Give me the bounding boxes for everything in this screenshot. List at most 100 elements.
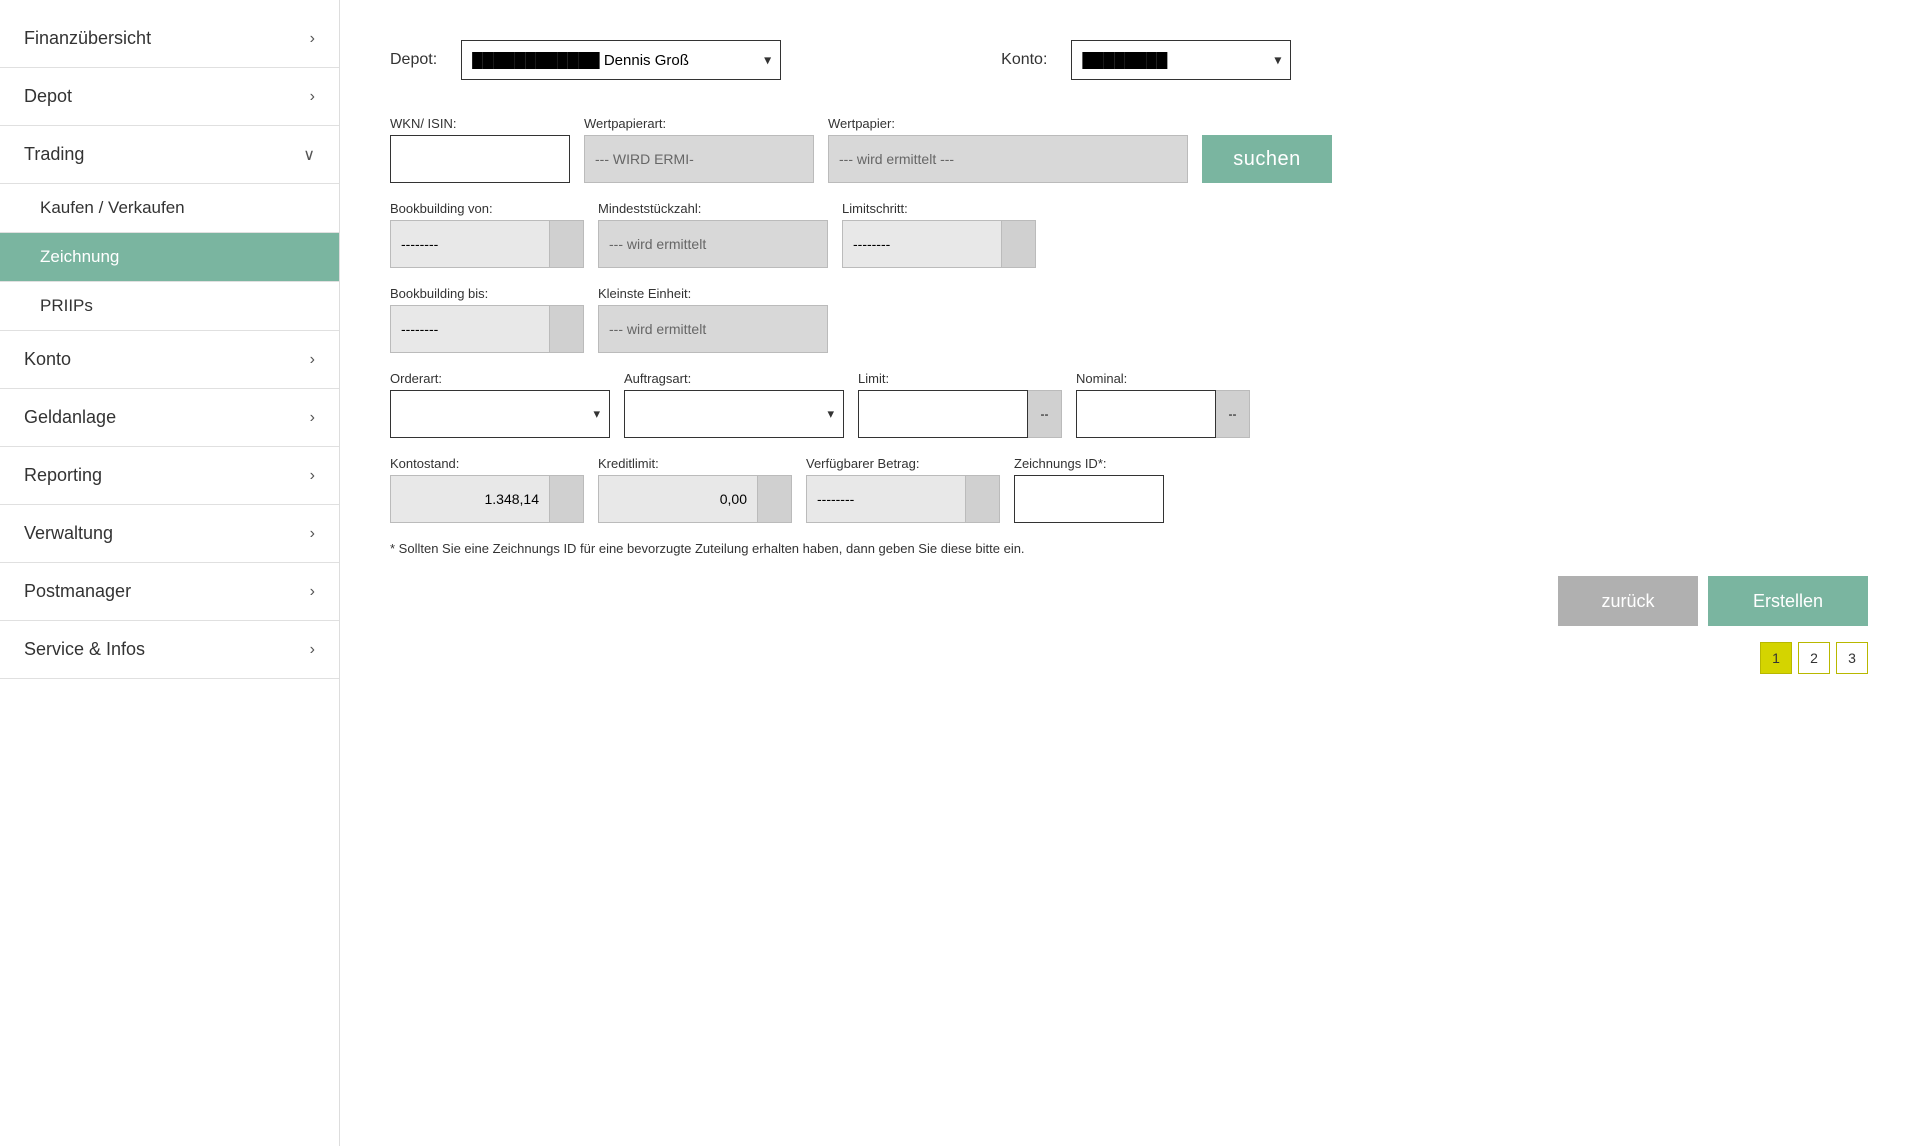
kontostand-input xyxy=(390,475,550,523)
sidebar-item-zeichnung[interactable]: Zeichnung xyxy=(0,233,339,282)
chevron-down-icon: ∨ xyxy=(303,145,315,165)
chevron-right-icon: › xyxy=(310,641,315,659)
kontostand-label: Kontostand: xyxy=(390,456,584,471)
limitschritt-field xyxy=(842,220,1036,268)
wkn-group: WKN/ ISIN: xyxy=(390,116,570,183)
limit-btn[interactable]: -- xyxy=(1028,390,1062,438)
sidebar-item-label: Verwaltung xyxy=(24,523,113,544)
pagination: 1 2 3 xyxy=(390,642,1868,674)
depot-select[interactable]: ████████████ Dennis Groß xyxy=(461,40,781,80)
kleinste-einheit-label: Kleinste Einheit: xyxy=(598,286,828,301)
row-bookbuilding-von: Bookbuilding von: Mindeststückzahl: Limi… xyxy=(390,201,1868,268)
main-content: Depot: ████████████ Dennis Groß Konto: █… xyxy=(340,0,1918,1146)
limit-label: Limit: xyxy=(858,371,1062,386)
verfuegbar-label: Verfügbarer Betrag: xyxy=(806,456,1000,471)
sidebar-item-label: Konto xyxy=(24,349,71,370)
depot-konto-section: Depot: ████████████ Dennis Groß Konto: █… xyxy=(390,40,1868,80)
erstellen-button[interactable]: Erstellen xyxy=(1708,576,1868,626)
mindeststueckzahl-group: Mindeststückzahl: xyxy=(598,201,828,268)
kontostand-btn[interactable] xyxy=(550,475,584,523)
nominal-btn[interactable]: -- xyxy=(1216,390,1250,438)
bookbuilding-von-label: Bookbuilding von: xyxy=(390,201,584,216)
limitschritt-btn[interactable] xyxy=(1002,220,1036,268)
kreditlimit-field xyxy=(598,475,792,523)
limit-input[interactable] xyxy=(858,390,1028,438)
kreditlimit-btn[interactable] xyxy=(758,475,792,523)
sidebar-item-finanzuebersicht[interactable]: Finanzübersicht › xyxy=(0,10,339,68)
sidebar-item-depot[interactable]: Depot › xyxy=(0,68,339,126)
bookbuilding-bis-btn[interactable] xyxy=(550,305,584,353)
kontostand-group: Kontostand: xyxy=(390,456,584,523)
footer-note: * Sollten Sie eine Zeichnungs ID für ein… xyxy=(390,541,1868,556)
wertpapierart-input xyxy=(584,135,814,183)
row-bookbuilding-bis: Bookbuilding bis: Kleinste Einheit: xyxy=(390,286,1868,353)
zeichnung-form: WKN/ ISIN: Wertpapierart: Wertpapier: su… xyxy=(390,116,1868,674)
orderart-group: Orderart: xyxy=(390,371,610,438)
page-2-button[interactable]: 2 xyxy=(1798,642,1830,674)
auftragsart-group: Auftragsart: xyxy=(624,371,844,438)
row-orderart: Orderart: Auftragsart: xyxy=(390,371,1868,438)
chevron-right-icon: › xyxy=(310,409,315,427)
depot-group: Depot: ████████████ Dennis Groß xyxy=(390,40,781,80)
mindeststueckzahl-label: Mindeststückzahl: xyxy=(598,201,828,216)
depot-select-wrapper: ████████████ Dennis Groß xyxy=(461,40,781,80)
sidebar-item-label: Postmanager xyxy=(24,581,131,602)
mindeststueckzahl-input xyxy=(598,220,828,268)
limit-field: -- xyxy=(858,390,1062,438)
page-1-button[interactable]: 1 xyxy=(1760,642,1792,674)
auftragsart-select[interactable] xyxy=(624,390,844,438)
sidebar-item-trading[interactable]: Trading ∨ xyxy=(0,126,339,184)
sidebar-item-service-infos[interactable]: Service & Infos › xyxy=(0,621,339,679)
sidebar: Finanzübersicht › Depot › Trading ∨ Kauf… xyxy=(0,0,340,1146)
konto-label: Konto: xyxy=(1001,51,1047,69)
orderart-select[interactable] xyxy=(390,390,610,438)
sidebar-item-label: Depot xyxy=(24,86,72,107)
nominal-label: Nominal: xyxy=(1076,371,1250,386)
limit-group: Limit: -- xyxy=(858,371,1062,438)
action-buttons: zurück Erstellen xyxy=(390,576,1868,626)
row-wkn: WKN/ ISIN: Wertpapierart: Wertpapier: su… xyxy=(390,116,1868,183)
sidebar-item-geldanlage[interactable]: Geldanlage › xyxy=(0,389,339,447)
limitschritt-label: Limitschritt: xyxy=(842,201,1036,216)
bookbuilding-von-btn[interactable] xyxy=(550,220,584,268)
sidebar-item-postmanager[interactable]: Postmanager › xyxy=(0,563,339,621)
bookbuilding-bis-field xyxy=(390,305,584,353)
bookbuilding-bis-input[interactable] xyxy=(390,305,550,353)
wertpapier-label: Wertpapier: xyxy=(828,116,1188,131)
kreditlimit-group: Kreditlimit: xyxy=(598,456,792,523)
row-kontostand: Kontostand: Kreditlimit: Verfügbarer Bet… xyxy=(390,456,1868,523)
bookbuilding-von-input[interactable] xyxy=(390,220,550,268)
sidebar-item-label: Kaufen / Verkaufen xyxy=(40,198,185,218)
sidebar-item-kaufen-verkaufen[interactable]: Kaufen / Verkaufen xyxy=(0,184,339,233)
sidebar-item-konto[interactable]: Konto › xyxy=(0,331,339,389)
kleinste-einheit-input xyxy=(598,305,828,353)
nominal-input[interactable] xyxy=(1076,390,1216,438)
suchen-button[interactable]: suchen xyxy=(1202,135,1332,183)
chevron-right-icon: › xyxy=(310,88,315,106)
sidebar-item-label: Zeichnung xyxy=(40,247,119,267)
verfuegbar-field xyxy=(806,475,1000,523)
wkn-input[interactable] xyxy=(390,135,570,183)
wertpapierart-group: Wertpapierart: xyxy=(584,116,814,183)
kreditlimit-label: Kreditlimit: xyxy=(598,456,792,471)
konto-select[interactable]: ████████ xyxy=(1071,40,1291,80)
limitschritt-group: Limitschritt: xyxy=(842,201,1036,268)
zurueck-button[interactable]: zurück xyxy=(1558,576,1698,626)
verfuegbar-group: Verfügbarer Betrag: xyxy=(806,456,1000,523)
kreditlimit-input xyxy=(598,475,758,523)
sidebar-item-label: Service & Infos xyxy=(24,639,145,660)
nominal-field: -- xyxy=(1076,390,1250,438)
auftragsart-label: Auftragsart: xyxy=(624,371,844,386)
bookbuilding-bis-label: Bookbuilding bis: xyxy=(390,286,584,301)
konto-group: Konto: ████████ xyxy=(1001,40,1291,80)
sidebar-item-label: Reporting xyxy=(24,465,102,486)
sidebar-item-reporting[interactable]: Reporting › xyxy=(0,447,339,505)
zeichnungsid-input[interactable] xyxy=(1014,475,1164,523)
limitschritt-input[interactable] xyxy=(842,220,1002,268)
sidebar-item-priips[interactable]: PRIIPs xyxy=(0,282,339,331)
nominal-group: Nominal: -- xyxy=(1076,371,1250,438)
page-3-button[interactable]: 3 xyxy=(1836,642,1868,674)
depot-label: Depot: xyxy=(390,51,437,69)
verfuegbar-btn[interactable] xyxy=(966,475,1000,523)
sidebar-item-verwaltung[interactable]: Verwaltung › xyxy=(0,505,339,563)
